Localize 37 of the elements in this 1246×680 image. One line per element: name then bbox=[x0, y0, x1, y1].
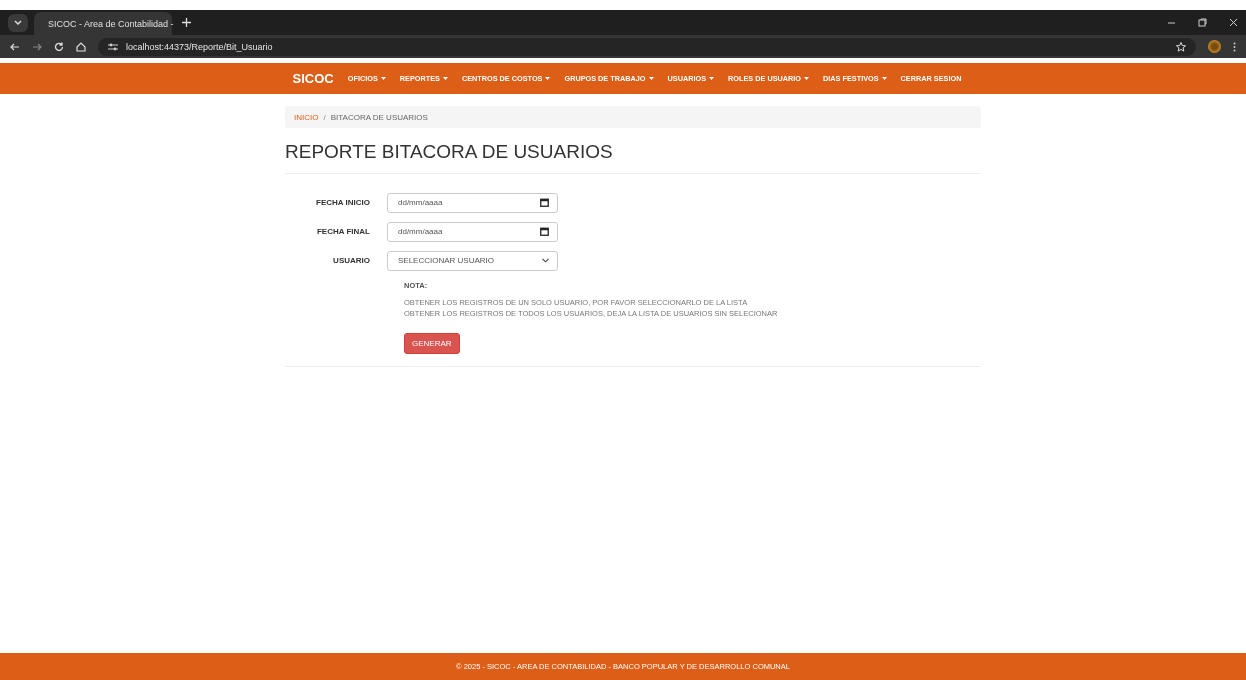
forward-icon[interactable] bbox=[32, 41, 42, 52]
profile-avatar[interactable] bbox=[1208, 40, 1221, 53]
caret-icon bbox=[648, 77, 654, 80]
browser-tab[interactable]: SICOC - Area de Contabilidad - bbox=[34, 12, 172, 35]
generate-button[interactable]: GENERAR bbox=[404, 333, 460, 354]
caret-icon bbox=[545, 77, 551, 80]
tab-list-button[interactable] bbox=[8, 13, 28, 32]
date-field[interactable]: dd/mm/aaaa bbox=[387, 192, 558, 213]
caret-icon bbox=[881, 77, 887, 80]
field-label: FECHA FINAL bbox=[315, 227, 371, 236]
caret-icon bbox=[380, 77, 386, 80]
new-tab-icon[interactable] bbox=[182, 18, 191, 27]
calendar-icon bbox=[540, 198, 549, 207]
more-icon[interactable] bbox=[1233, 41, 1236, 52]
home-icon[interactable] bbox=[76, 41, 86, 52]
breadcrumb-separator: / bbox=[323, 112, 326, 122]
restore-icon[interactable] bbox=[1198, 18, 1207, 27]
back-icon[interactable] bbox=[10, 41, 20, 52]
page-title: REPORTE BITACORA DE USUARIOS bbox=[285, 141, 614, 163]
breadcrumb-link[interactable]: INICIO bbox=[294, 112, 319, 122]
calendar-icon bbox=[540, 227, 549, 236]
caret-icon bbox=[442, 77, 448, 80]
reload-icon[interactable] bbox=[54, 41, 64, 52]
field-label: FECHA INICIO bbox=[315, 198, 371, 207]
star-icon[interactable] bbox=[1176, 41, 1186, 52]
caret-icon bbox=[804, 77, 810, 80]
breadcrumb-current: BITACORA DE USUARIOS bbox=[330, 112, 428, 122]
close-icon[interactable] bbox=[1229, 18, 1238, 27]
date-field[interactable]: dd/mm/aaaa bbox=[387, 221, 558, 242]
brand-link[interactable]: SICOC bbox=[292, 71, 334, 86]
caret-icon bbox=[709, 77, 715, 80]
field-label: USUARIO bbox=[332, 256, 371, 265]
user-select[interactable]: SELECCIONAR USUARIO bbox=[387, 250, 558, 271]
address-field[interactable]: localhost:44373/Reporte/Bit_Usuario bbox=[98, 37, 1196, 56]
site-settings-icon bbox=[108, 42, 118, 51]
chevron-down-icon bbox=[542, 258, 549, 263]
chevron-down-icon bbox=[14, 19, 22, 26]
